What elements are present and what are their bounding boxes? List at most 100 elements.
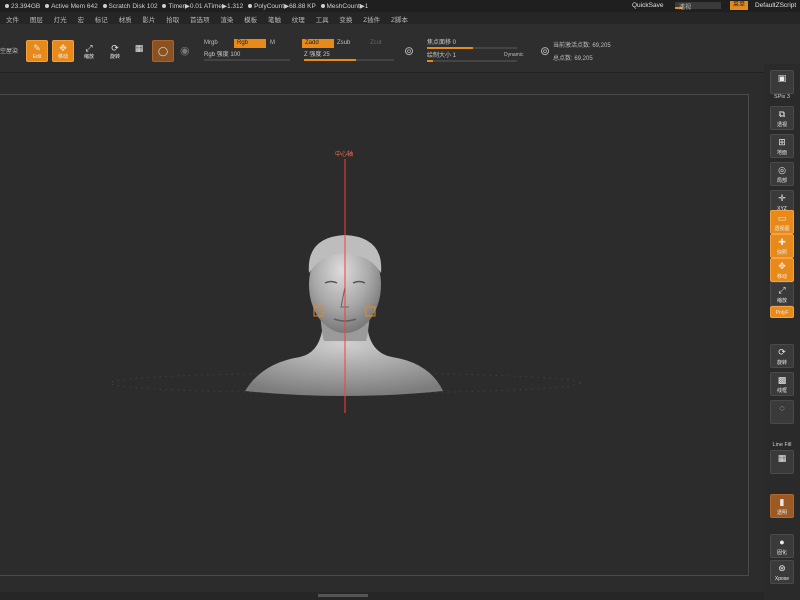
m-toggle[interactable]: M	[270, 40, 275, 46]
rotate-button[interactable]: ⟳ 旋转	[104, 40, 126, 62]
xpose-button[interactable]: ⊛ Xpose	[770, 560, 794, 584]
snapshot-button[interactable]: ✚ 快照	[770, 234, 794, 258]
canvas-viewport[interactable]: 中心轴	[0, 94, 749, 576]
rotate-mode-button[interactable]: PolyF	[770, 306, 794, 318]
zsub-toggle[interactable]: Zsub	[337, 40, 350, 46]
menu-zplugin[interactable]: Z插件	[363, 17, 380, 24]
status-info: 23.394GB Active Mem 642 Scratch Disk 102…	[2, 2, 368, 10]
frame-view-label: 透视图	[774, 226, 790, 232]
rotate-view-button[interactable]: ⟳ 旋转	[770, 344, 794, 368]
bpr-button[interactable]: ▣	[770, 70, 794, 94]
solo-button[interactable]: ● 固化	[770, 534, 794, 558]
polyframe-button[interactable]: ▩ 线框	[770, 372, 794, 396]
rotate-icon: ⟳	[778, 347, 786, 357]
polyframe-label: 线框	[776, 388, 787, 394]
move-button[interactable]: ✥ 移动	[52, 40, 74, 62]
scale-view-button[interactable]: ⤢ 缩放	[770, 282, 794, 306]
rgb-toggle[interactable]: Rgb	[234, 39, 266, 48]
menu-material[interactable]: 材质	[119, 17, 132, 24]
menus-button[interactable]: 菜单	[730, 1, 749, 10]
rotate-button-label: 旋转	[109, 54, 120, 60]
active-points-readout: 当前激活点数: 69,205	[553, 43, 611, 49]
head-bust-model	[245, 235, 443, 396]
focal-shift-slider[interactable]: 焦点面移 0	[427, 39, 517, 49]
active-mem-readout: Active Mem 642	[51, 3, 98, 10]
material-sphere-icon[interactable]: ◉	[180, 44, 190, 57]
floor-icon: ⊞	[778, 137, 786, 147]
perspective-icon: ⧉	[778, 109, 786, 119]
rotate-mode-label: PolyF	[775, 310, 789, 316]
tray-handle[interactable]	[318, 594, 368, 597]
menu-render[interactable]: 渲染	[220, 17, 233, 24]
solo-icon: ●	[779, 537, 785, 547]
menu-light[interactable]: 灯光	[54, 17, 67, 24]
memory-readout: 23.394GB	[11, 3, 41, 10]
menu-stroke[interactable]: 笔触	[268, 17, 281, 24]
move-button-label: 移动	[57, 54, 68, 60]
perspective-label: 透视	[776, 122, 787, 128]
status-bar: 23.394GB Active Mem 642 Scratch Disk 102…	[0, 0, 800, 12]
frame-view-button[interactable]: ▭ 透视图	[770, 210, 794, 234]
menu-file[interactable]: 文件	[6, 17, 19, 24]
perspective-button[interactable]: ⧉ 透视	[770, 106, 794, 130]
transparent-button[interactable]: ▮ 透明	[770, 494, 794, 518]
menu-macro[interactable]: 宏	[77, 17, 84, 24]
menu-texture[interactable]: 纹理	[292, 17, 305, 24]
quicksave-button[interactable]: QuickSave	[632, 2, 663, 9]
line-fill-button[interactable]: ▦	[770, 450, 794, 474]
points-stats-icon: ⊚	[540, 44, 551, 58]
move-view-button[interactable]: ✥ 移动	[770, 258, 794, 282]
solo-label: 固化	[776, 550, 787, 556]
polycount-readout: PolyCount▶68.88 KP	[254, 3, 316, 10]
top-shelf: 空屋染 ✎ Edit ✥ 移动 ⤢ 缩放 ⟳ 旋转 ▦ ◯ ◉ Mrgb Rgb…	[0, 24, 800, 73]
edit-button-label: Edit	[32, 54, 42, 60]
frame-icon: ▭	[777, 213, 787, 223]
edit-button[interactable]: ✎ Edit	[26, 40, 48, 62]
polyframe-icon: ▩	[777, 375, 787, 385]
mrgb-toggle[interactable]: Mrgb	[204, 40, 218, 46]
focal-shift-label: 焦点面移 0	[427, 40, 457, 46]
brush-focus-icon[interactable]: ⊚	[404, 44, 414, 58]
scene-svg	[109, 159, 581, 413]
floor-button[interactable]: ⊞ 地面	[770, 134, 794, 158]
local-button[interactable]: ◎ 局部	[770, 162, 794, 186]
transparency-slider[interactable]: 透视	[675, 2, 721, 11]
menu-transform[interactable]: 变换	[339, 17, 352, 24]
menu-preferences[interactable]: 首选项	[190, 17, 210, 24]
bottom-tray	[0, 592, 800, 600]
render-icon: ▣	[777, 73, 787, 83]
frame-icon: ▦	[134, 43, 144, 53]
menu-stencil[interactable]: 模板	[244, 17, 257, 24]
draw-size-label: 绘制大小 1	[427, 53, 457, 59]
xpose-icon: ⊛	[778, 563, 786, 573]
transp-button[interactable]: ◌	[770, 400, 794, 424]
xpose-label: Xpose	[774, 576, 790, 582]
spix-readout[interactable]: SPix 3	[768, 94, 796, 100]
menu-tool[interactable]: 工具	[316, 17, 329, 24]
menu-bar: 文件 图层 灯光 宏 标记 材质 影片 拾取 首选项 渲染 模板 笔触 纹理 工…	[0, 12, 800, 24]
line-fill-label[interactable]: Line Fill	[768, 442, 796, 448]
menu-movie[interactable]: 影片	[142, 17, 155, 24]
sphere-button[interactable]: ◯	[152, 40, 174, 62]
local-label: 局部	[776, 178, 787, 184]
scale-button[interactable]: ⤢ 缩放	[78, 40, 100, 62]
edit-icon: ✎	[33, 43, 41, 53]
total-points-readout: 总点数: 69,205	[553, 56, 593, 62]
zscript-label[interactable]: DefaultZScript	[755, 2, 796, 9]
scale-view-label: 缩放	[776, 298, 787, 304]
rgb-intensity-slider[interactable]: Rgb 强度 100	[204, 51, 290, 61]
menu-layer[interactable]: 图层	[30, 17, 43, 24]
z-intensity-slider[interactable]: Z 强度 25	[304, 51, 394, 61]
menu-picker[interactable]: 拾取	[166, 17, 179, 24]
zadd-toggle[interactable]: Zadd	[302, 39, 334, 48]
move-icon: ✥	[778, 261, 786, 271]
zcut-toggle[interactable]: Zcut	[370, 40, 382, 46]
meshcount-readout: MeshCount▶1	[326, 3, 369, 10]
dynamic-toggle[interactable]: Dynamic	[504, 52, 523, 58]
menu-zscript[interactable]: Z脚本	[391, 17, 408, 24]
frame-button[interactable]: ▦	[128, 40, 150, 62]
center-axis-label: 中心轴	[335, 152, 354, 158]
rgb-intensity-label: Rgb 强度 100	[204, 52, 241, 58]
move-view-label: 移动	[776, 274, 787, 280]
menu-marker[interactable]: 标记	[95, 17, 108, 24]
